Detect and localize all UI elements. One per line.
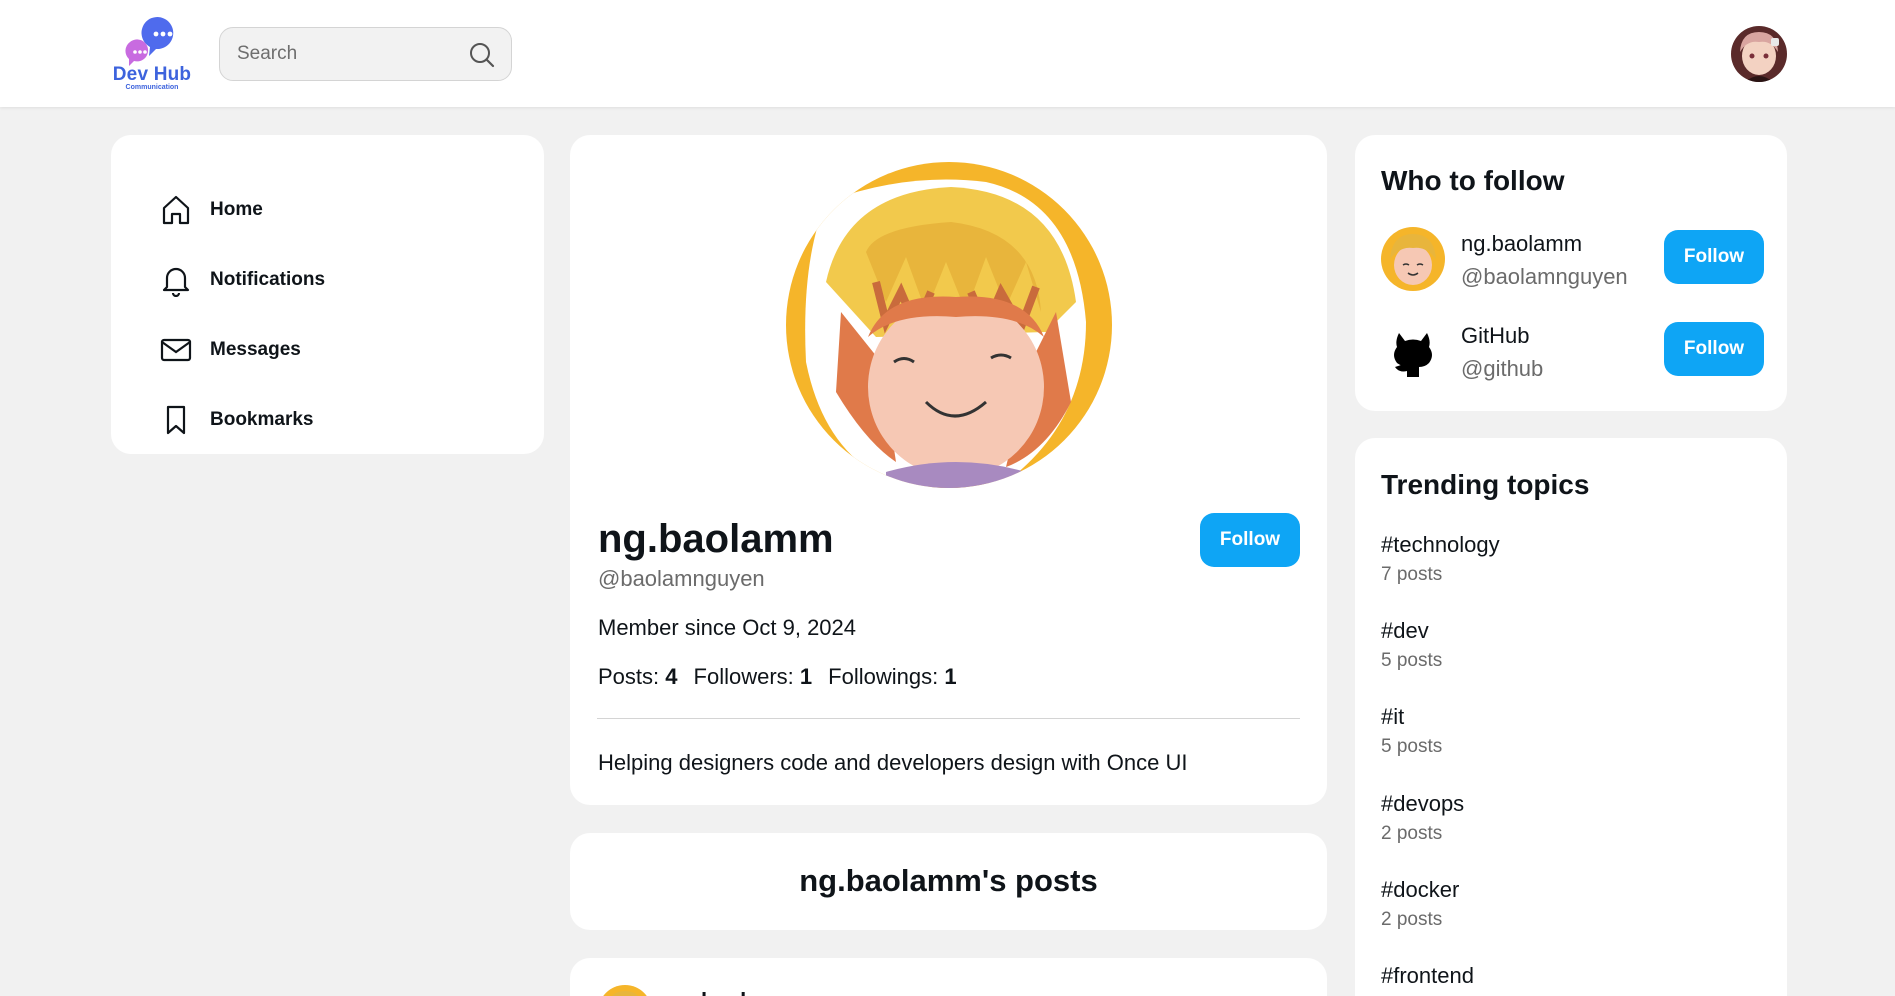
github-icon [1381, 319, 1445, 383]
followings-stat[interactable]: Followings: 1 [828, 664, 956, 690]
topic-tag: #it [1381, 704, 1405, 729]
topic-tag: #docker [1381, 877, 1460, 902]
trending-topic[interactable]: #frontend [1381, 963, 1474, 995]
follow-button[interactable]: Follow [1200, 513, 1300, 567]
profile-handle: @baolamnguyen [598, 566, 765, 591]
topic-post-count: 5 posts [1381, 736, 1443, 757]
search-box [219, 27, 512, 81]
sidebar-item-label: Notifications [210, 269, 326, 290]
follow-button[interactable]: Follow [1664, 230, 1764, 284]
post-card[interactable]: ng.baolamm [570, 958, 1327, 996]
profile-card: ng.baolamm @baolamnguyen Follow Member s… [570, 135, 1327, 805]
topic-post-count: 2 posts [1381, 823, 1443, 844]
followers-label: Followers: [693, 664, 794, 689]
trending-topic[interactable]: #it 5 posts [1381, 704, 1442, 758]
logo-subtitle: Communication [125, 84, 179, 91]
profile-avatar [786, 162, 1112, 488]
sidebar-item-label: Bookmarks [210, 409, 314, 430]
suggested-user-avatar-image [1381, 227, 1445, 291]
profile-stats: Posts: 4 Followers: 1 Followings: 1 [598, 664, 957, 690]
followings-label: Followings: [828, 664, 939, 689]
who-to-follow-title: Who to follow [1381, 165, 1565, 196]
bell-icon [162, 267, 190, 297]
bookmark-icon [166, 405, 186, 435]
followers-count: 1 [799, 664, 813, 689]
sidebar-item-notifications[interactable]: Notifications [159, 260, 325, 300]
home-icon [162, 195, 190, 225]
post-author-avatar[interactable] [598, 985, 652, 996]
topic-tag: #frontend [1381, 963, 1474, 988]
profile-avatar-image [786, 162, 1112, 488]
sidebar-item-messages[interactable]: Messages [159, 330, 301, 370]
trending-topics-card: Trending topics #technology 7 posts #dev… [1355, 438, 1787, 996]
suggested-user-handle: @github [1461, 356, 1544, 381]
posts-stat: Posts: 4 [598, 664, 678, 690]
member-since: Member since Oct 9, 2024 [598, 615, 857, 640]
profile-name: ng.baolamm [598, 517, 834, 561]
suggested-user-handle: @baolamnguyen [1461, 264, 1628, 289]
sidebar-item-label: Messages [210, 339, 301, 360]
trending-topics-title: Trending topics [1381, 469, 1590, 500]
logo-title: Dev Hub [112, 64, 192, 85]
follow-button[interactable]: Follow [1664, 322, 1764, 376]
trending-topic[interactable]: #technology 7 posts [1381, 532, 1500, 586]
trending-topic[interactable]: #dev 5 posts [1381, 618, 1442, 672]
suggested-user: ng.baolamm @baolamnguyen Follow [1381, 227, 1765, 293]
suggested-user-avatar[interactable] [1381, 227, 1445, 291]
topic-tag: #devops [1381, 791, 1465, 816]
sidebar-item-home[interactable]: Home [159, 190, 263, 230]
top-bar: Dev Hub Communication [0, 0, 1895, 107]
user-avatar[interactable] [1731, 26, 1787, 82]
suggested-user-avatar[interactable] [1381, 319, 1445, 383]
followers-stat[interactable]: Followers: 1 [694, 664, 813, 690]
profile-bio: Helping designers code and developers de… [598, 750, 1188, 775]
sidebar-nav: Home Notifications Messages Bookmarks [111, 135, 544, 454]
mail-icon [160, 338, 192, 362]
suggested-user: GitHub @github Follow [1381, 319, 1765, 385]
suggested-user-name[interactable]: GitHub [1461, 323, 1529, 349]
topic-post-count: 2 posts [1381, 909, 1443, 930]
divider [597, 718, 1300, 719]
posts-label: Posts: [598, 664, 660, 689]
sidebar-item-bookmarks[interactable]: Bookmarks [159, 400, 314, 440]
topic-post-count: 7 posts [1381, 564, 1443, 585]
sidebar-item-label: Home [210, 199, 263, 220]
posts-count: 4 [665, 664, 678, 689]
topic-tag: #dev [1381, 618, 1429, 643]
post-author-name[interactable]: ng.baolamm [668, 988, 798, 996]
topic-post-count: 5 posts [1381, 650, 1443, 671]
search-input[interactable] [237, 28, 457, 80]
topic-tag: #technology [1381, 532, 1500, 557]
user-avatar-image [1731, 26, 1787, 82]
trending-topic[interactable]: #devops 2 posts [1381, 791, 1464, 845]
search-icon[interactable] [468, 41, 496, 69]
posts-header-card: ng.baolamm's posts [570, 833, 1327, 930]
post-author-avatar-image [598, 985, 652, 996]
posts-section-title: ng.baolamm's posts [799, 863, 1098, 898]
chat-bubbles-icon [125, 17, 174, 66]
suggested-user-name[interactable]: ng.baolamm [1461, 231, 1582, 257]
followings-count: 1 [944, 664, 957, 689]
trending-topic[interactable]: #docker 2 posts [1381, 877, 1459, 931]
dev-hub-logo[interactable]: Dev Hub Communication [108, 16, 196, 92]
who-to-follow-card: Who to follow ng.baolamm @baolamnguyen F… [1355, 135, 1787, 411]
